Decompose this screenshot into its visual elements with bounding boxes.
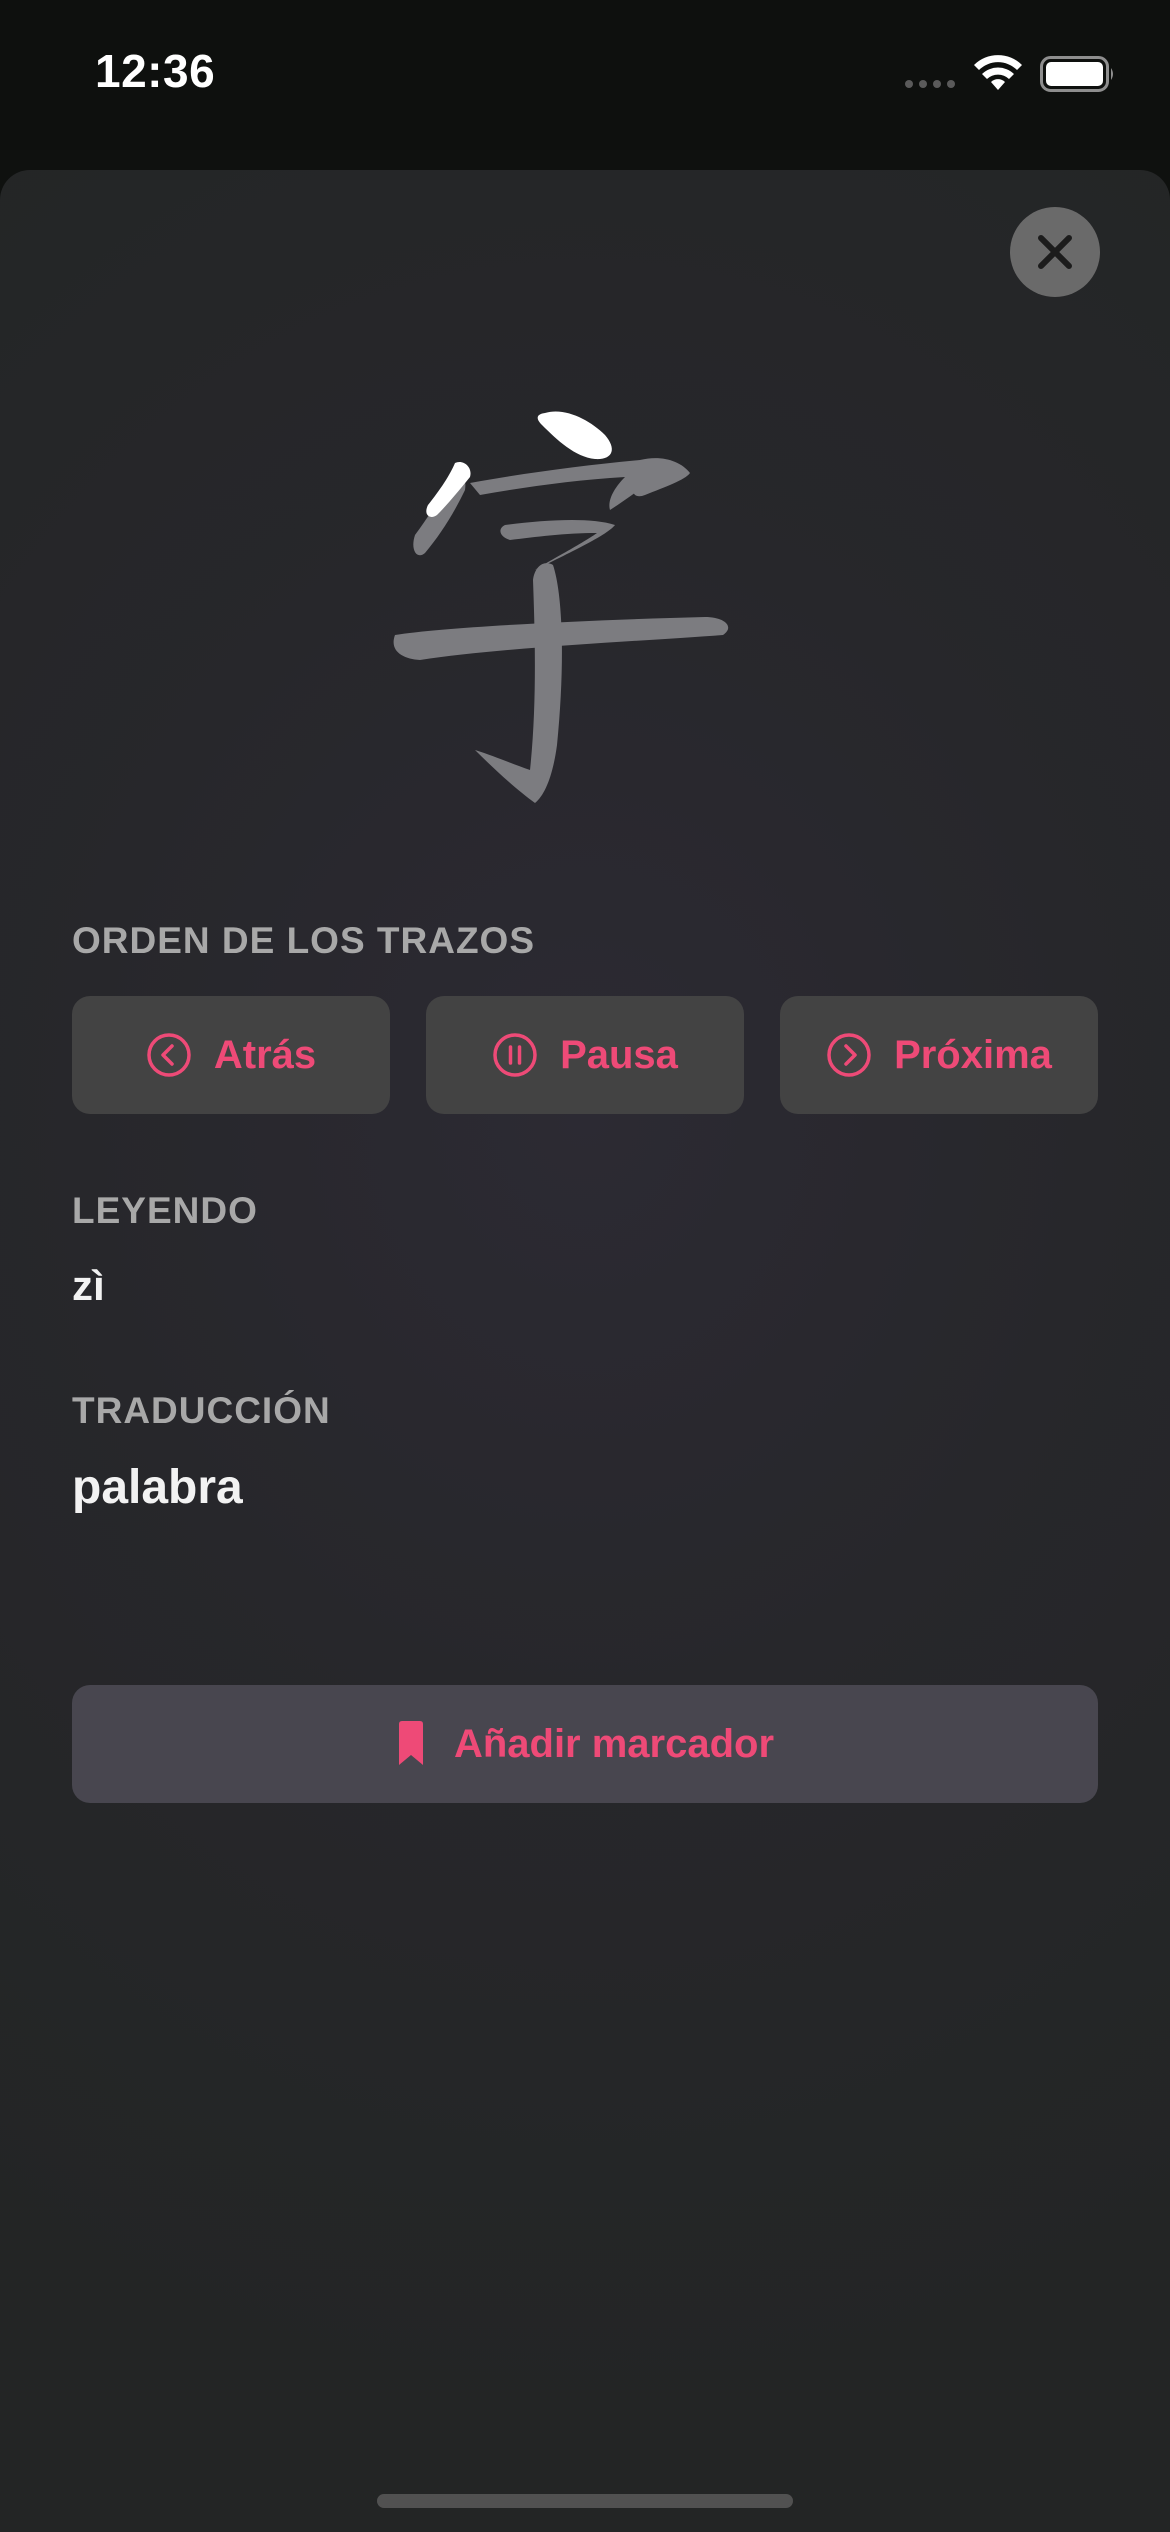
add-bookmark-button[interactable]: Añadir marcador xyxy=(72,1685,1098,1803)
wifi-icon xyxy=(974,55,1022,90)
translation-value: palabra xyxy=(72,1461,243,1514)
stroke-order-controls: Atrás Pausa Próxima xyxy=(72,996,1098,1114)
next-button-label: Próxima xyxy=(894,1032,1052,1077)
translation-label: TRADUCCIÓN xyxy=(72,1390,331,1431)
stroke-3-hook xyxy=(633,458,690,497)
stroke-3 xyxy=(470,460,660,510)
pause-button[interactable]: Pausa xyxy=(426,996,744,1114)
close-button[interactable] xyxy=(1010,207,1100,297)
stroke-4 xyxy=(500,520,615,570)
next-button[interactable]: Próxima xyxy=(780,996,1098,1114)
character-detail-sheet: ORDEN DE LOS TRAZOS Atrás Pausa Próxima … xyxy=(0,170,1170,2532)
pause-circle-icon xyxy=(493,1033,537,1077)
signal-icon xyxy=(905,80,955,88)
status-time: 12:36 xyxy=(95,45,216,97)
home-indicator[interactable] xyxy=(377,2494,793,2508)
bookmark-icon xyxy=(398,1721,423,1765)
stroke-1 xyxy=(537,411,612,460)
close-icon xyxy=(1038,235,1072,269)
back-button[interactable]: Atrás xyxy=(72,996,390,1114)
battery-icon xyxy=(1040,56,1113,92)
character-stroke-animation xyxy=(393,411,729,803)
add-bookmark-label: Añadir marcador xyxy=(453,1721,775,1766)
chevron-left-circle-icon xyxy=(147,1033,191,1077)
pause-button-label: Pausa xyxy=(560,1032,678,1077)
reading-label: LEYENDO xyxy=(72,1190,258,1231)
stroke-5 xyxy=(475,563,562,803)
back-button-label: Atrás xyxy=(213,1032,317,1077)
status-bar: 12:36 xyxy=(0,0,1170,150)
stroke-order-label: ORDEN DE LOS TRAZOS xyxy=(72,920,536,961)
reading-value: zì xyxy=(72,1262,105,1309)
chevron-right-circle-icon xyxy=(827,1033,871,1077)
